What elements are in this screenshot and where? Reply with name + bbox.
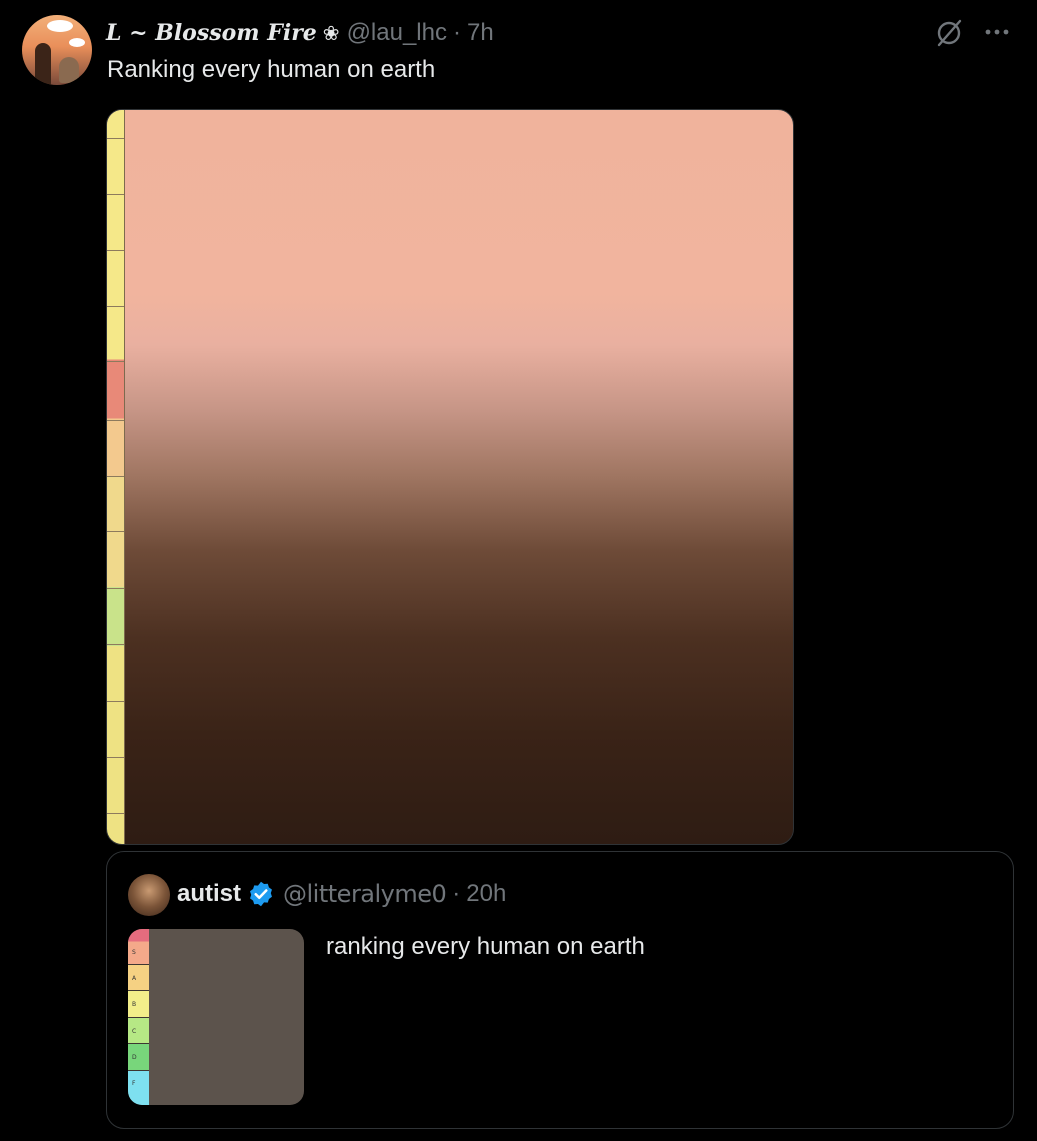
quoted-tweet[interactable]: autist @litteralyme0 · 20h S A B C D F r… [106,851,1014,1129]
tier-list-strip [107,110,125,844]
tweet-text: Ranking every human on earth [107,56,436,83]
tier-divider [107,757,124,758]
tier-divider [107,476,124,477]
tier-divider [107,250,124,251]
tweet-timestamp[interactable]: 7h [467,19,494,47]
tier-divider [128,964,149,965]
separator-dot: · [452,880,461,907]
tier-divider [128,990,149,991]
tier-divider [107,138,124,139]
quoted-tweet-header: autist @litteralyme0 · 20h [177,878,506,910]
tier-divider [107,194,124,195]
tier-divider [128,1070,149,1071]
flower-emoji: ❀ [322,22,340,45]
avatar-speech-bubble-small [69,38,85,47]
avatar-speech-bubble [47,20,73,32]
tier-divider [107,588,124,589]
tier-divider [128,1017,149,1018]
tier-label: B [132,1001,137,1008]
tier-divider [107,420,124,421]
tier-divider [107,701,124,702]
author-avatar[interactable] [22,15,92,85]
quoted-author-avatar[interactable] [128,874,170,916]
tier-divider [107,813,124,814]
tier-divider [107,644,124,645]
tier-label: A [132,975,137,982]
tweet-media-image[interactable] [106,109,794,845]
quoted-timestamp[interactable]: 20h [466,880,506,908]
author-handle[interactable]: @lau_lhc [347,19,447,47]
tier-label: S [132,949,136,956]
quoted-author-handle[interactable]: @litteralyme0 [283,880,447,908]
quoted-media-thumbnail[interactable]: S A B C D F [128,929,304,1105]
tier-divider [107,306,124,307]
tier-label: F [132,1080,136,1087]
quoted-author-name[interactable]: autist [177,880,241,908]
tier-label: C [132,1028,137,1035]
tier-divider [107,361,124,362]
tier-label: D [132,1054,137,1061]
avatar-figure [35,43,51,85]
tier-divider [107,531,124,532]
avatar-dog [59,57,79,83]
author-display-name[interactable]: L ~ Blossom Fire [106,20,317,46]
tier-divider [128,1043,149,1044]
quoted-tweet-text: ranking every human on earth [326,933,645,960]
separator-dot: · [452,19,461,46]
tweet-header: L ~ Blossom Fire ❀ @lau_lhc · 7h [106,17,494,49]
grok-icon[interactable] [934,18,964,48]
verified-badge-icon [247,880,275,908]
more-options-icon[interactable] [983,20,1011,44]
